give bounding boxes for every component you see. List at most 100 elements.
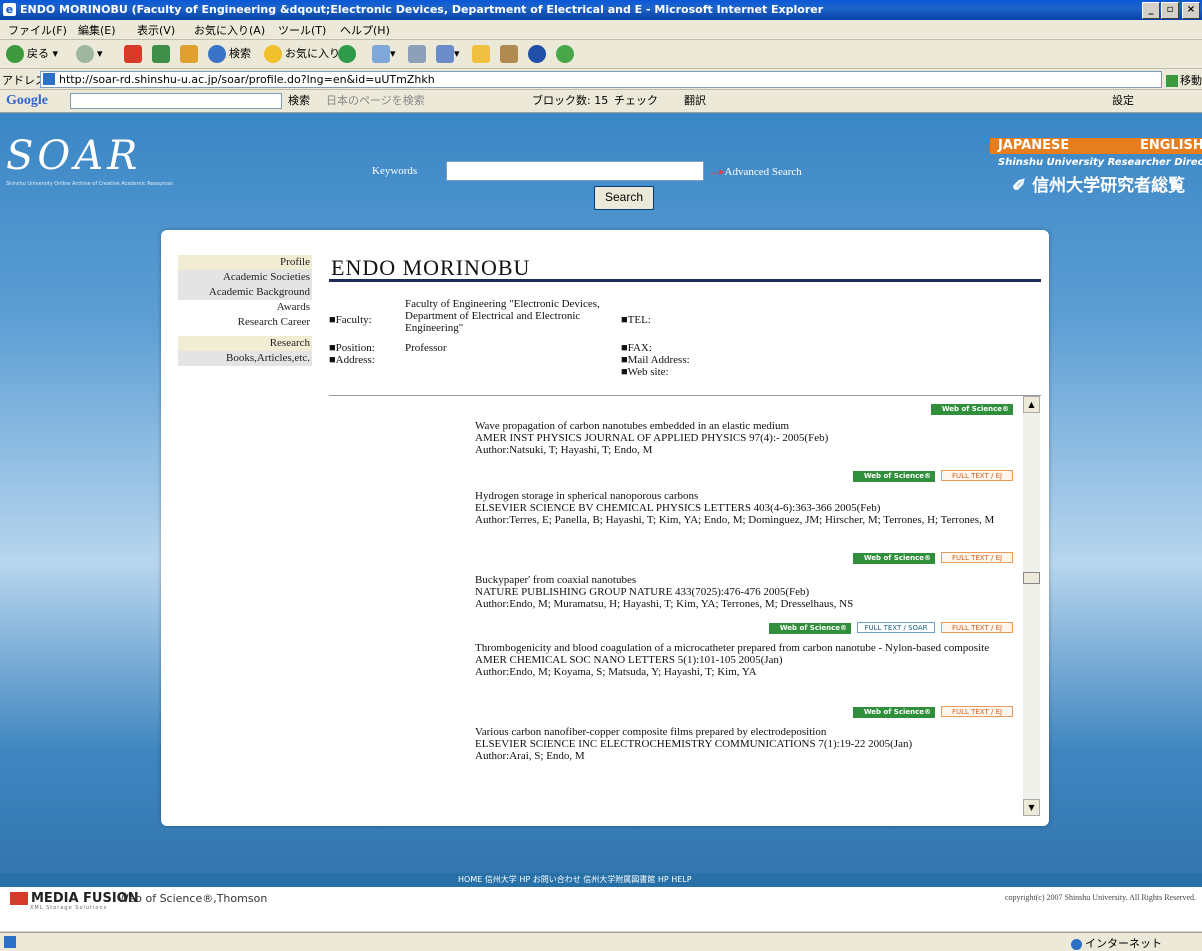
internet-zone: インターネット <box>1071 935 1162 951</box>
favorites-button[interactable]: お気に入り <box>264 44 340 64</box>
keywords-label: Keywords <box>372 165 418 177</box>
title-divider <box>329 279 1041 282</box>
fulltext-ej-link[interactable]: FULL TEXT / EJ <box>941 622 1013 633</box>
back-arrow-icon <box>6 45 24 63</box>
google-search-input[interactable] <box>70 93 282 109</box>
position-label: ■Position: <box>329 342 375 354</box>
wos-link[interactable]: Web of Science® <box>931 404 1013 415</box>
print-button[interactable] <box>408 44 426 64</box>
wos-link[interactable]: Web of Science® <box>769 623 851 634</box>
history-button[interactable] <box>338 44 359 64</box>
forward-button[interactable]: ▾ <box>76 44 103 64</box>
settings-button[interactable]: 設定 <box>1112 91 1134 111</box>
status-bar: インターネット <box>0 932 1202 951</box>
back-button[interactable]: 戻る ▾ <box>6 44 58 64</box>
minimize-button[interactable]: _ <box>1142 2 1160 19</box>
menu-file[interactable]: ファイル(F) <box>8 22 67 38</box>
messenger-button[interactable] <box>556 44 577 64</box>
fulltext-ej-link[interactable]: FULL TEXT / EJ <box>941 706 1013 717</box>
pub-source: ELSEVIER SCIENCE BV CHEMICAL PHYSICS LET… <box>475 502 881 514</box>
advanced-search-label: Advanced Search <box>724 166 802 178</box>
scroll-up-button[interactable]: ▲ <box>1023 396 1040 413</box>
japanese-pages-search[interactable]: 日本のページを検索 <box>326 91 425 111</box>
translate-button[interactable]: 翻訳 <box>684 91 706 111</box>
arrow-icon: →▸ <box>708 166 725 178</box>
advanced-search-link[interactable]: →▸Advanced Search <box>708 165 802 178</box>
bluetooth-button[interactable] <box>528 44 549 64</box>
menu-tools[interactable]: ツール(T) <box>278 22 326 38</box>
folder-icon <box>472 45 490 63</box>
page-viewport: SOAR Shinshu University Online Archive o… <box>0 113 1202 931</box>
nav-academic-societies[interactable]: Academic Societies <box>178 270 312 285</box>
menu-help[interactable]: ヘルプ(H) <box>340 22 390 38</box>
japanese-link[interactable]: JAPANESE <box>998 138 1069 154</box>
menu-favorites[interactable]: お気に入り(A) <box>194 22 265 38</box>
nav-books-articles[interactable]: Books,Articles,etc. <box>178 351 312 366</box>
position-value: Professor <box>405 342 447 354</box>
go-button[interactable]: 移動 <box>1166 72 1202 88</box>
pub-authors: Author:Endo, M; Muramatsu, H; Hayashi, T… <box>475 598 854 610</box>
menu-edit[interactable]: 編集(E) <box>78 22 116 38</box>
menu-view[interactable]: 表示(V) <box>137 22 175 38</box>
popup-blocked[interactable]: ブロック数: 15 <box>532 91 608 111</box>
search-label: 検索 <box>229 47 251 60</box>
stop-button[interactable] <box>124 44 142 64</box>
footer-links[interactable]: HOME 信州大学 HP お問い合わせ 信州大学附属図書館 HP HELP <box>458 874 692 885</box>
fax-label: ■FAX: <box>621 342 652 354</box>
list-item: Thrombogenicity and blood coagulation of… <box>475 642 995 678</box>
badge-row: Web of Science® FULL TEXT / EJ <box>847 552 1013 564</box>
list-item: Buckypaper' from coaxial nanotubes NATUR… <box>475 574 995 610</box>
english-link[interactable]: ENGLISH <box>1140 138 1202 154</box>
pub-authors: Author:Endo, M; Koyama, S; Matsuda, Y; H… <box>475 666 757 678</box>
home-icon <box>180 45 198 63</box>
badge-row: Web of Science® FULL TEXT / EJ <box>847 470 1013 482</box>
home-button[interactable] <box>180 44 198 64</box>
go-label: 移動 <box>1180 74 1202 87</box>
media-fusion-subtitle: XML Storage Solutions <box>30 905 108 911</box>
fulltext-soar-link[interactable]: FULL TEXT / SOAR <box>857 622 935 633</box>
wos-link[interactable]: Web of Science® <box>853 707 935 718</box>
profile-panel: Profile Academic Societies Academic Back… <box>161 230 1049 826</box>
soar-logo[interactable]: SOAR <box>6 133 141 179</box>
pub-source: ELSEVIER SCIENCE INC ELECTROCHEMISTRY CO… <box>475 738 913 750</box>
search-button[interactable]: 検索 <box>208 44 251 64</box>
address-url: http://soar-rd.shinshu-u.ac.jp/soar/prof… <box>59 73 435 86</box>
research-button[interactable] <box>500 44 518 64</box>
scroll-thumb[interactable] <box>1023 572 1040 584</box>
history-icon <box>338 45 356 63</box>
nav-research-career[interactable]: Research Career <box>178 315 312 330</box>
nav-research[interactable]: Research <box>178 336 312 351</box>
page-title: ENDO MORINOBU <box>331 255 531 280</box>
search-button-site[interactable]: Search <box>594 186 654 210</box>
close-button[interactable]: × <box>1182 2 1200 19</box>
google-search-button[interactable]: 検索 <box>288 91 310 111</box>
folder-button[interactable] <box>472 44 490 64</box>
pub-authors: Author:Terres, E; Panella, B; Hayashi, T… <box>475 514 995 526</box>
language-bar: JAPANESE ENGLISH <box>990 138 1202 154</box>
maximize-button[interactable]: ▫ <box>1161 2 1179 19</box>
mail-button[interactable]: ▾ <box>372 44 396 64</box>
fulltext-ej-link[interactable]: FULL TEXT / EJ <box>941 552 1013 563</box>
publications-scrollbar[interactable]: ▲ ▼ <box>1023 396 1040 816</box>
nav-profile[interactable]: Profile <box>178 255 312 270</box>
address-field[interactable]: http://soar-rd.shinshu-u.ac.jp/soar/prof… <box>40 71 1162 88</box>
list-item: Hydrogen storage in spherical nanoporous… <box>475 490 995 526</box>
wos-link[interactable]: Web of Science® <box>853 553 935 564</box>
window-title-bar[interactable]: e ENDO MORINOBU (Faculty of Engineering … <box>0 0 1202 20</box>
pub-title: Various carbon nanofiber-copper composit… <box>475 726 827 738</box>
check-button[interactable]: チェック <box>614 91 658 111</box>
globe-icon <box>1071 938 1082 950</box>
nav-academic-background[interactable]: Academic Background <box>178 285 312 300</box>
scroll-down-button[interactable]: ▼ <box>1023 799 1040 816</box>
edit-button[interactable]: ▾ <box>436 44 460 64</box>
fulltext-ej-link[interactable]: FULL TEXT / EJ <box>941 470 1013 481</box>
pub-title: Wave propagation of carbon nanotubes emb… <box>475 420 790 432</box>
refresh-button[interactable] <box>152 44 170 64</box>
keywords-input[interactable] <box>446 161 704 181</box>
pub-authors: Author:Natsuki, T; Hayashi, T; Endo, M <box>475 444 653 456</box>
google-logo: Google <box>6 93 48 108</box>
pub-authors: Author:Arai, S; Endo, M <box>475 750 585 762</box>
nav-awards[interactable]: Awards <box>178 300 312 315</box>
internet-zone-label: インターネット <box>1085 937 1162 950</box>
wos-link[interactable]: Web of Science® <box>853 471 935 482</box>
